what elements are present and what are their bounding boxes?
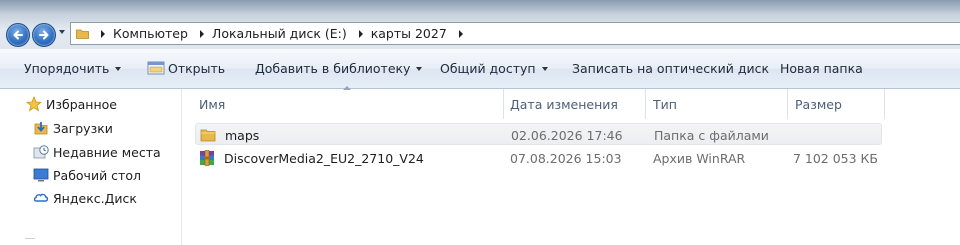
breadcrumb-local-disk[interactable]: Локальный диск (E:) <box>212 26 347 41</box>
add-to-library-button[interactable]: Добавить в библиотеку <box>255 61 423 76</box>
breadcrumb-current-folder[interactable]: карты 2027 <box>371 26 447 41</box>
folder-icon <box>76 29 89 39</box>
sidebar-item-label: Избранное <box>46 96 117 112</box>
recent-pages-dropdown[interactable] <box>59 30 65 34</box>
open-button[interactable]: Открыть <box>147 61 225 76</box>
column-divider[interactable] <box>787 89 788 119</box>
pane-splitter[interactable] <box>181 89 182 245</box>
column-header-name[interactable]: Имя <box>199 89 499 119</box>
sidebar-item-downloads[interactable]: Загрузки <box>33 119 113 137</box>
sidebar-item-yandex-disk[interactable]: Яндекс.Диск <box>33 189 137 207</box>
arrow-left-icon <box>13 30 23 40</box>
back-button[interactable] <box>6 23 30 47</box>
forward-button[interactable] <box>32 23 56 47</box>
chevron-down-icon <box>541 67 548 71</box>
breadcrumb-separator[interactable] <box>358 29 363 38</box>
breadcrumb-separator[interactable] <box>199 29 204 38</box>
sidebar-item-favorites[interactable]: Избранное <box>26 95 117 113</box>
open-window-icon <box>147 61 165 75</box>
yandex-disk-icon <box>33 190 49 206</box>
breadcrumb-separator[interactable] <box>458 29 463 38</box>
table-row[interactable]: DiscoverMedia2_EU2_2710_V24 07.08.2026 1… <box>195 147 882 169</box>
breadcrumb-computer[interactable]: Компьютер <box>113 26 188 41</box>
file-type: Архив WinRAR <box>653 150 746 166</box>
sidebar-item-label: Загрузки <box>53 120 113 136</box>
folder-icon <box>200 129 216 142</box>
command-bar: Упорядочить Открыть Добавить в библиотек… <box>0 49 960 89</box>
sidebar-item-recent-places[interactable]: Недавние места <box>33 143 161 161</box>
chevron-down-icon <box>416 67 423 71</box>
breadcrumb-separator[interactable] <box>101 29 105 38</box>
navigation-pane: Избранное Загрузки Недавние места Рабочи… <box>0 89 181 245</box>
column-divider[interactable] <box>884 89 885 119</box>
file-size <box>791 124 879 146</box>
file-name-cell: maps <box>200 124 259 146</box>
recent-places-icon <box>33 144 49 160</box>
file-name: maps <box>225 127 260 143</box>
arrow-right-icon <box>39 30 49 40</box>
column-header-date[interactable]: Дата изменения <box>510 89 640 119</box>
address-bar[interactable]: Компьютер Локальный диск (E:) карты 2027 <box>70 22 960 45</box>
star-icon <box>26 96 42 112</box>
table-row[interactable]: maps 02.06.2026 17:46 Папка с файлами <box>195 123 882 145</box>
file-size: 7 102 053 КБ <box>792 150 878 166</box>
title-bar: Компьютер Локальный диск (E:) карты 2027 <box>0 0 960 49</box>
file-date: 02.06.2026 17:46 <box>511 127 623 143</box>
sidebar-item-label: Яндекс.Диск <box>53 190 137 206</box>
chevron-down-icon <box>115 67 122 71</box>
file-type: Папка с файлами <box>654 127 769 143</box>
desktop-icon <box>33 167 49 183</box>
file-name: DiscoverMedia2_EU2_2710_V24 <box>224 150 424 166</box>
organize-button[interactable]: Упорядочить <box>24 61 122 76</box>
new-folder-button[interactable]: Новая папка <box>780 61 863 76</box>
column-divider[interactable] <box>645 89 646 119</box>
file-name-cell: DiscoverMedia2_EU2_2710_V24 <box>199 147 424 169</box>
column-divider[interactable] <box>503 89 504 119</box>
winrar-archive-icon <box>200 150 214 166</box>
column-header-type[interactable]: Тип <box>653 89 783 119</box>
downloads-icon <box>33 120 49 136</box>
share-button[interactable]: Общий доступ <box>440 61 548 76</box>
file-date: 07.08.2026 15:03 <box>510 150 622 166</box>
sidebar-item-label: Рабочий стол <box>53 167 141 183</box>
nav-divider <box>25 238 35 239</box>
column-header-size[interactable]: Размер <box>795 89 880 119</box>
sidebar-item-desktop[interactable]: Рабочий стол <box>33 166 141 184</box>
burn-button[interactable]: Записать на оптический диск <box>572 61 769 76</box>
sidebar-item-label: Недавние места <box>53 144 161 160</box>
